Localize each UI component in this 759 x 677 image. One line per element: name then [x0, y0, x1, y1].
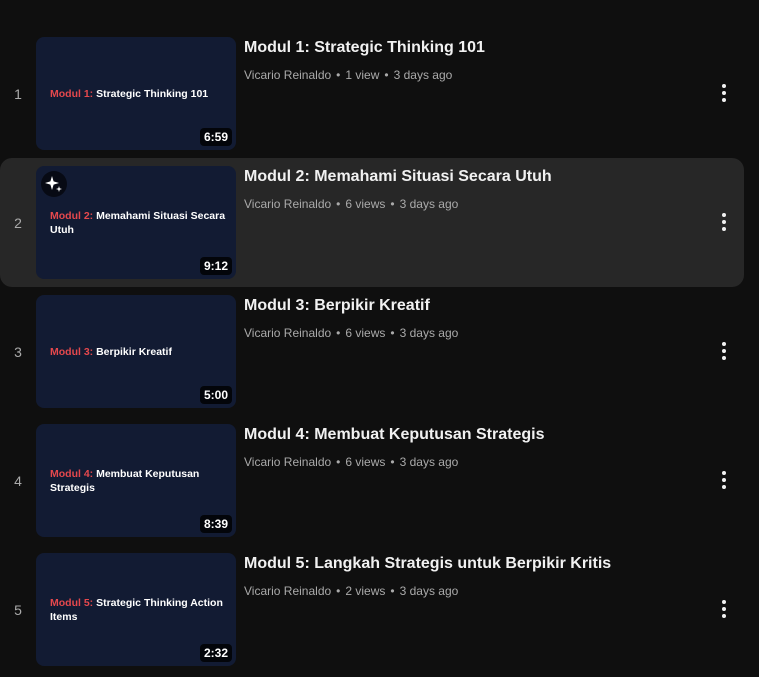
thumbnail-prefix: Modul 5:	[50, 596, 94, 609]
item-index: 5	[14, 601, 22, 618]
more-vert-icon	[722, 213, 726, 231]
duration-badge: 6:59	[199, 128, 232, 146]
duration-badge: 5:00	[199, 386, 232, 404]
meta-separator: •	[390, 197, 395, 211]
video-thumbnail[interactable]: Modul 2: Memahami Situasi Secara Utuh 9:…	[36, 166, 236, 279]
channel-name[interactable]: Vicario Reinaldo	[244, 455, 331, 469]
video-thumbnail[interactable]: Modul 1: Strategic Thinking 101 6:59	[36, 37, 236, 150]
thumbnail-prefix: Modul 3:	[50, 345, 94, 358]
more-vert-icon	[722, 84, 726, 102]
view-count: 1 view	[345, 68, 380, 82]
thumbnail-title: Modul 1: Strategic Thinking 101	[50, 87, 232, 101]
more-options-button[interactable]	[708, 593, 740, 625]
more-options-button[interactable]	[708, 206, 740, 238]
thumbnail-title: Modul 4: Membuat Keputusan Strategis	[50, 467, 232, 495]
more-options-button[interactable]	[708, 464, 740, 496]
video-thumbnail[interactable]: Modul 4: Membuat Keputusan Strategis 8:3…	[36, 424, 236, 537]
thumbnail-text: Strategic Thinking 101	[96, 87, 209, 100]
thumbnail-title: Modul 2: Memahami Situasi Secara Utuh	[50, 209, 232, 237]
video-title[interactable]: Modul 1: Strategic Thinking 101	[244, 37, 485, 59]
meta-separator: •	[336, 584, 341, 598]
video-title[interactable]: Modul 4: Membuat Keputusan Strategis	[244, 424, 544, 446]
meta-separator: •	[384, 68, 389, 82]
thumbnail-prefix: Modul 4:	[50, 467, 94, 480]
more-vert-icon	[722, 600, 726, 618]
playlist-item-active[interactable]: 2 Modul 2: Memahami Situasi Secara Utuh …	[0, 158, 744, 287]
video-meta: Vicario Reinaldo • 2 views • 3 days ago	[244, 583, 458, 599]
thumbnail-prefix: Modul 1:	[50, 87, 94, 100]
more-vert-icon	[722, 471, 726, 489]
meta-separator: •	[390, 326, 395, 340]
meta-separator: •	[336, 197, 341, 211]
playlist-item[interactable]: 1 Modul 1: Strategic Thinking 101 6:59 M…	[0, 29, 744, 158]
meta-separator: •	[336, 326, 341, 340]
thumbnail-title: Modul 3: Berpikir Kreatif	[50, 345, 232, 359]
upload-age: 3 days ago	[399, 326, 459, 340]
channel-name[interactable]: Vicario Reinaldo	[244, 584, 331, 598]
video-title[interactable]: Modul 2: Memahami Situasi Secara Utuh	[244, 166, 552, 188]
more-options-button[interactable]	[708, 335, 740, 367]
thumbnail-prefix: Modul 2:	[50, 209, 94, 222]
playlist-item[interactable]: 5 Modul 5: Strategic Thinking Action Ite…	[0, 545, 744, 674]
channel-name[interactable]: Vicario Reinaldo	[244, 197, 331, 211]
item-index: 1	[14, 85, 22, 102]
video-meta: Vicario Reinaldo • 6 views • 3 days ago	[244, 325, 458, 341]
meta-separator: •	[390, 584, 395, 598]
video-thumbnail[interactable]: Modul 5: Strategic Thinking Action Items…	[36, 553, 236, 666]
duration-badge: 9:12	[199, 257, 232, 275]
video-meta: Vicario Reinaldo • 6 views • 3 days ago	[244, 196, 458, 212]
upload-age: 3 days ago	[399, 455, 459, 469]
thumbnail-title: Modul 5: Strategic Thinking Action Items	[50, 596, 232, 624]
playlist-item[interactable]: 4 Modul 4: Membuat Keputusan Strategis 8…	[0, 416, 744, 545]
thumbnail-text: Berpikir Kreatif	[96, 345, 172, 358]
sparkle-icon	[41, 171, 67, 197]
view-count: 6 views	[345, 326, 386, 340]
meta-separator: •	[390, 455, 395, 469]
upload-age: 3 days ago	[399, 197, 459, 211]
item-index: 4	[14, 472, 22, 489]
video-title[interactable]: Modul 3: Berpikir Kreatif	[244, 295, 430, 317]
meta-separator: •	[336, 68, 341, 82]
more-vert-icon	[722, 342, 726, 360]
channel-name[interactable]: Vicario Reinaldo	[244, 68, 331, 82]
video-thumbnail[interactable]: Modul 3: Berpikir Kreatif 5:00	[36, 295, 236, 408]
meta-separator: •	[336, 455, 341, 469]
channel-name[interactable]: Vicario Reinaldo	[244, 326, 331, 340]
upload-age: 3 days ago	[393, 68, 453, 82]
video-title[interactable]: Modul 5: Langkah Strategis untuk Berpiki…	[244, 553, 611, 575]
duration-badge: 2:32	[199, 644, 232, 662]
video-meta: Vicario Reinaldo • 1 view • 3 days ago	[244, 67, 452, 83]
more-options-button[interactable]	[708, 77, 740, 109]
view-count: 6 views	[345, 455, 386, 469]
item-index: 3	[14, 343, 22, 360]
item-index: 2	[14, 214, 22, 231]
playlist: 1 Modul 1: Strategic Thinking 101 6:59 M…	[0, 0, 759, 677]
view-count: 2 views	[345, 584, 386, 598]
upload-age: 3 days ago	[399, 584, 459, 598]
video-meta: Vicario Reinaldo • 6 views • 3 days ago	[244, 454, 458, 470]
playlist-item[interactable]: 3 Modul 3: Berpikir Kreatif 5:00 Modul 3…	[0, 287, 744, 416]
duration-badge: 8:39	[199, 515, 232, 533]
view-count: 6 views	[345, 197, 386, 211]
